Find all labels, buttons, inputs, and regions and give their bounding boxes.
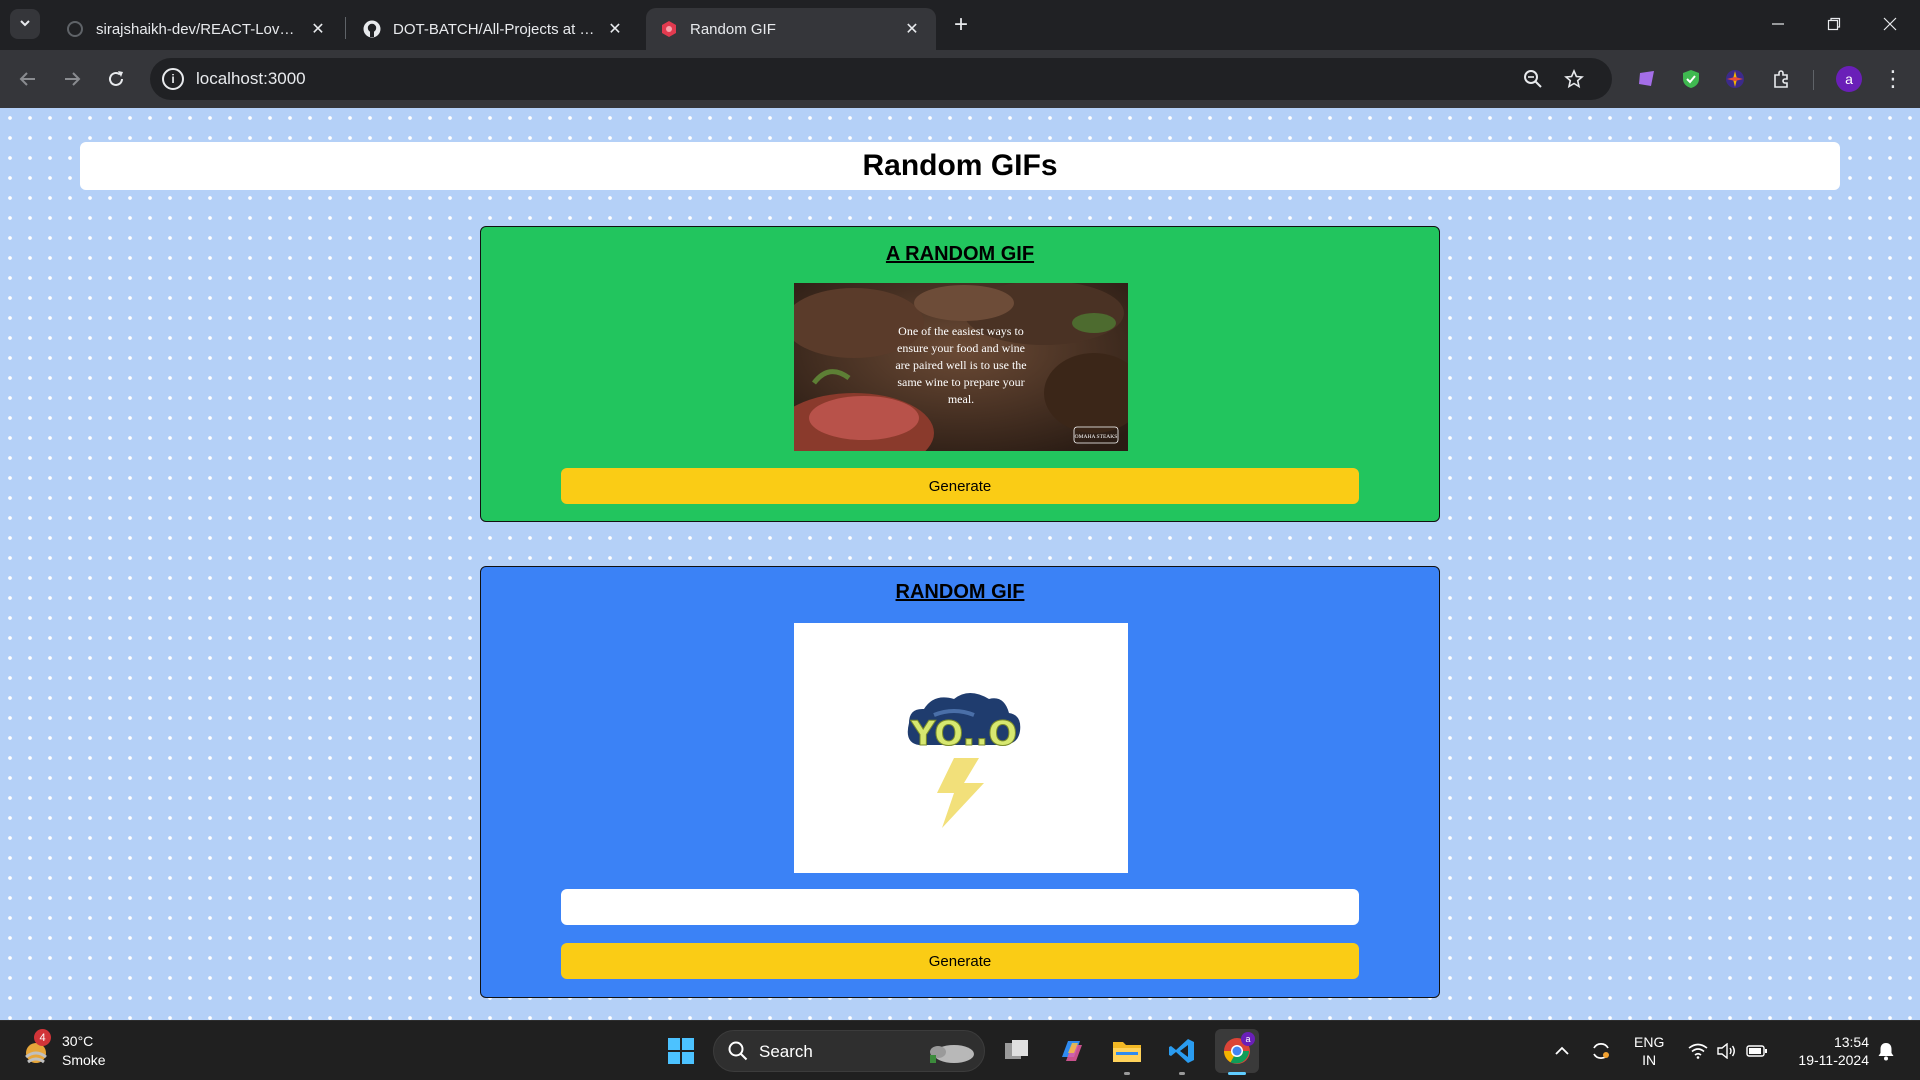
volume-icon[interactable] [1714, 1035, 1738, 1067]
taskbar-clock[interactable]: 13:54 19-11-2024 [1784, 1033, 1869, 1069]
site-info-icon[interactable]: i [162, 68, 184, 90]
tab-title: DOT-BATCH/All-Projects at master [393, 20, 597, 38]
generate-tag-button[interactable]: Generate [561, 943, 1359, 979]
loading-spinner-icon [66, 20, 84, 38]
tab-repo-dotbatch[interactable]: DOT-BATCH/All-Projects at master ✕ [349, 8, 639, 50]
tab-divider [345, 17, 346, 39]
show-hidden-icons-chevron-icon[interactable] [1552, 1035, 1572, 1067]
gif-caption-line: same wine to prepare your [897, 375, 1024, 389]
new-tab-button[interactable]: + [946, 10, 976, 40]
notification-bell-icon[interactable] [1874, 1035, 1898, 1067]
random-gif-card: A RANDOM GIF One of the easiest ways to … [480, 226, 1440, 522]
toolbar-divider [1813, 70, 1814, 90]
generate-random-button[interactable]: Generate [561, 468, 1359, 504]
gif-caption-line: ensure your food and wine [897, 341, 1025, 355]
reload-button[interactable] [100, 63, 132, 95]
taskbar-search[interactable]: Search [713, 1030, 985, 1072]
copilot-icon[interactable] [1050, 1029, 1094, 1073]
extension-compass-icon[interactable] [1722, 66, 1748, 92]
vscode-icon[interactable] [1160, 1029, 1204, 1075]
start-button[interactable] [659, 1029, 703, 1073]
chevron-down-icon [18, 16, 32, 33]
chrome-icon[interactable]: a [1215, 1029, 1259, 1075]
react-gem-icon [660, 20, 678, 38]
weather-temp: 30°C [62, 1033, 94, 1049]
extension-purple-icon[interactable] [1634, 66, 1660, 92]
battery-icon[interactable] [1744, 1035, 1770, 1067]
forward-button[interactable] [56, 63, 88, 95]
running-indicator [1228, 1072, 1246, 1075]
language-region: IN [1642, 1052, 1657, 1068]
wifi-icon[interactable] [1686, 1035, 1710, 1067]
running-indicator [1124, 1072, 1130, 1075]
zoom-icon[interactable] [1520, 66, 1546, 92]
tab-random-gif[interactable]: Random GIF ✕ [646, 8, 936, 50]
address-bar[interactable]: i localhost:3000 [150, 58, 1612, 100]
tab-title: sirajshaikh-dev/REACT-Love-Babbar [96, 20, 300, 38]
close-tab-icon[interactable]: ✕ [902, 19, 922, 39]
tag-gif-title: RANDOM GIF [895, 581, 1025, 603]
bookmark-star-icon[interactable] [1561, 66, 1587, 92]
weather-smoke-icon: 4 [20, 1029, 52, 1067]
close-tab-icon[interactable]: ✕ [308, 19, 328, 39]
github-icon [363, 20, 381, 38]
windows-taskbar: 4 30°C Smoke Search a ENG IN 13:54 19-11… [0, 1020, 1920, 1080]
profile-avatar[interactable]: a [1836, 66, 1862, 92]
browser-tab-strip: sirajshaikh-dev/REACT-Love-Babbar ✕ DOT-… [0, 0, 1920, 50]
page-title: Random GIFs [862, 149, 1058, 182]
extensions-puzzle-icon[interactable] [1768, 66, 1794, 92]
tab-title: Random GIF [690, 20, 776, 38]
browser-toolbar: i localhost:3000 a ⋮ [0, 50, 1920, 108]
chrome-profile-badge: a [1241, 1032, 1255, 1046]
page-viewport: Random GIFs A RANDOM GIF One of the easi… [0, 108, 1920, 1020]
language-indicator[interactable]: ENG IN [1634, 1033, 1664, 1069]
search-highlight-icon [926, 1037, 978, 1072]
weather-widget[interactable]: 4 30°C Smoke [20, 1029, 106, 1073]
tag-gif-card: RANDOM GIF YO..O Generate [480, 566, 1440, 998]
page-header: Random GIFs [80, 142, 1840, 190]
file-explorer-icon[interactable] [1105, 1029, 1149, 1075]
tag-search-input[interactable] [561, 889, 1359, 925]
clock-time: 13:54 [1833, 1034, 1869, 1050]
gif-text: YO..O [910, 714, 1017, 754]
url-text: localhost:3000 [196, 69, 306, 88]
running-indicator [1179, 1072, 1185, 1075]
restore-button[interactable] [1806, 0, 1862, 48]
language-code: ENG [1634, 1034, 1665, 1050]
close-tab-icon[interactable]: ✕ [605, 19, 625, 39]
weather-condition: Smoke [62, 1052, 106, 1068]
tab-search-button[interactable] [10, 9, 40, 39]
search-label: Search [759, 1042, 813, 1061]
tag-gif-image: YO..O [794, 623, 1128, 873]
close-window-button[interactable] [1862, 0, 1918, 48]
gif-caption-line: One of the easiest ways to [898, 324, 1024, 338]
extension-shield-icon[interactable] [1678, 66, 1704, 92]
tab-repo-react[interactable]: sirajshaikh-dev/REACT-Love-Babbar ✕ [52, 8, 342, 50]
gif-caption-line: are paired well is to use the [895, 358, 1026, 372]
gif-watermark: OMAHA STEAKS [1075, 434, 1118, 440]
more-menu-icon[interactable]: ⋮ [1880, 64, 1906, 94]
back-button[interactable] [12, 63, 44, 95]
search-icon [728, 1041, 748, 1066]
random-gif-title: A RANDOM GIF [885, 243, 1035, 265]
weather-alert-badge: 4 [34, 1029, 51, 1046]
random-gif-image: One of the easiest ways to ensure your f… [794, 283, 1128, 451]
gif-caption-line: meal. [948, 392, 974, 406]
clock-date: 19-11-2024 [1798, 1052, 1869, 1068]
task-view-button[interactable] [995, 1029, 1039, 1073]
sync-icon[interactable] [1588, 1035, 1614, 1067]
minimize-button[interactable] [1750, 0, 1806, 48]
